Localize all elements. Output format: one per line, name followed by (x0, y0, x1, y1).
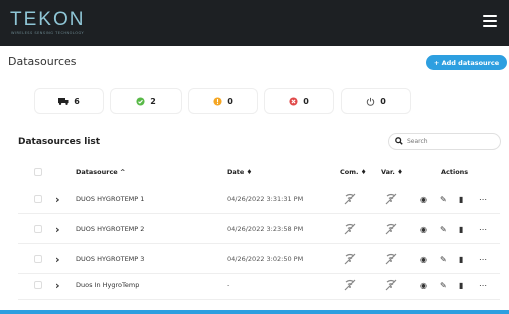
delete-trash-icon[interactable]: ▮ (459, 184, 463, 214)
table-row[interactable]: › DUOS HYGROTEMP 1 04/26/2022 3:31:31 PM… (18, 184, 500, 214)
row-checkbox[interactable] (34, 214, 42, 244)
stat-error-value: 0 (303, 96, 309, 106)
hamburger-menu-icon[interactable] (483, 15, 497, 27)
stat-total[interactable]: 6 (34, 88, 104, 114)
edit-pencil-icon[interactable]: ✎ (440, 270, 447, 300)
delete-trash-icon[interactable]: ▮ (459, 214, 463, 244)
var-off-icon (384, 184, 398, 214)
edit-pencil-icon[interactable]: ✎ (440, 214, 447, 244)
table-row[interactable]: › DUOS HYGROTEMP 2 04/26/2022 3:23:58 PM… (18, 214, 500, 244)
datasource-name[interactable]: DUOS HYGROTEMP 2 (76, 214, 144, 244)
expand-chevron-icon[interactable]: › (55, 214, 60, 244)
view-eye-icon[interactable]: ◉ (420, 214, 427, 244)
com-off-icon (343, 270, 357, 300)
com-off-icon (343, 184, 357, 214)
stat-warning[interactable]: 0 (188, 88, 258, 114)
stat-total-value: 6 (74, 96, 80, 106)
more-options-icon[interactable]: ⋯ (479, 270, 487, 300)
datasource-name[interactable]: Duos In HygroTemp (76, 270, 139, 300)
stat-off[interactable]: 0 (341, 88, 411, 114)
search-box[interactable] (388, 133, 501, 150)
bottom-accent-bar (0, 310, 509, 314)
stat-error[interactable]: 0 (264, 88, 334, 114)
row-checkbox[interactable] (34, 270, 42, 300)
top-navbar: TEKON WIRELESS SENSING TECHNOLOGY (0, 0, 509, 46)
datasource-name[interactable]: DUOS HYGROTEMP 1 (76, 184, 144, 214)
warning-circle-icon (213, 96, 222, 106)
stat-off-value: 0 (380, 96, 386, 106)
view-eye-icon[interactable]: ◉ (420, 270, 427, 300)
column-header-var[interactable]: Var. ♦ (381, 168, 403, 176)
datasource-date: 04/26/2022 3:23:58 PM (227, 225, 304, 233)
truck-icon (58, 97, 69, 105)
datasource-date: - (227, 281, 230, 289)
row-checkbox[interactable] (34, 184, 42, 214)
edit-pencil-icon[interactable]: ✎ (440, 184, 447, 214)
column-header-actions: Actions (441, 168, 469, 176)
search-input[interactable] (407, 138, 492, 145)
list-title: Datasources list (18, 137, 101, 147)
more-options-icon[interactable]: ⋯ (479, 214, 487, 244)
column-header-date[interactable]: Date ♦ (227, 168, 252, 176)
stat-ok[interactable]: 2 (110, 88, 182, 114)
add-datasource-button[interactable]: + Add datasource (426, 55, 507, 70)
column-header-com[interactable]: Com. ♦ (340, 168, 367, 176)
stat-ok-value: 2 (150, 96, 156, 106)
error-circle-icon (289, 96, 298, 106)
com-off-icon (343, 214, 357, 244)
column-header-datasource[interactable]: Datasource ^ (76, 168, 125, 176)
delete-trash-icon[interactable]: ▮ (459, 270, 463, 300)
expand-chevron-icon[interactable]: › (55, 184, 60, 214)
more-options-icon[interactable]: ⋯ (479, 184, 487, 214)
var-off-icon (384, 214, 398, 244)
var-off-icon (384, 270, 398, 300)
datasource-date: 04/26/2022 3:31:31 PM (227, 195, 304, 203)
view-eye-icon[interactable]: ◉ (420, 184, 427, 214)
expand-chevron-icon[interactable]: › (55, 270, 60, 300)
check-circle-icon (136, 96, 145, 106)
select-all-checkbox[interactable] (34, 168, 42, 176)
table-row[interactable]: › Duos In HygroTemp - ◉ ✎ ▮ ⋯ (18, 270, 500, 300)
page-title: Datasources (8, 55, 77, 68)
logo-tagline: WIRELESS SENSING TECHNOLOGY (11, 31, 85, 35)
search-icon (395, 136, 403, 147)
app-logo[interactable]: TEKON (10, 9, 85, 31)
stat-warning-value: 0 (227, 96, 233, 106)
power-icon (366, 97, 375, 106)
